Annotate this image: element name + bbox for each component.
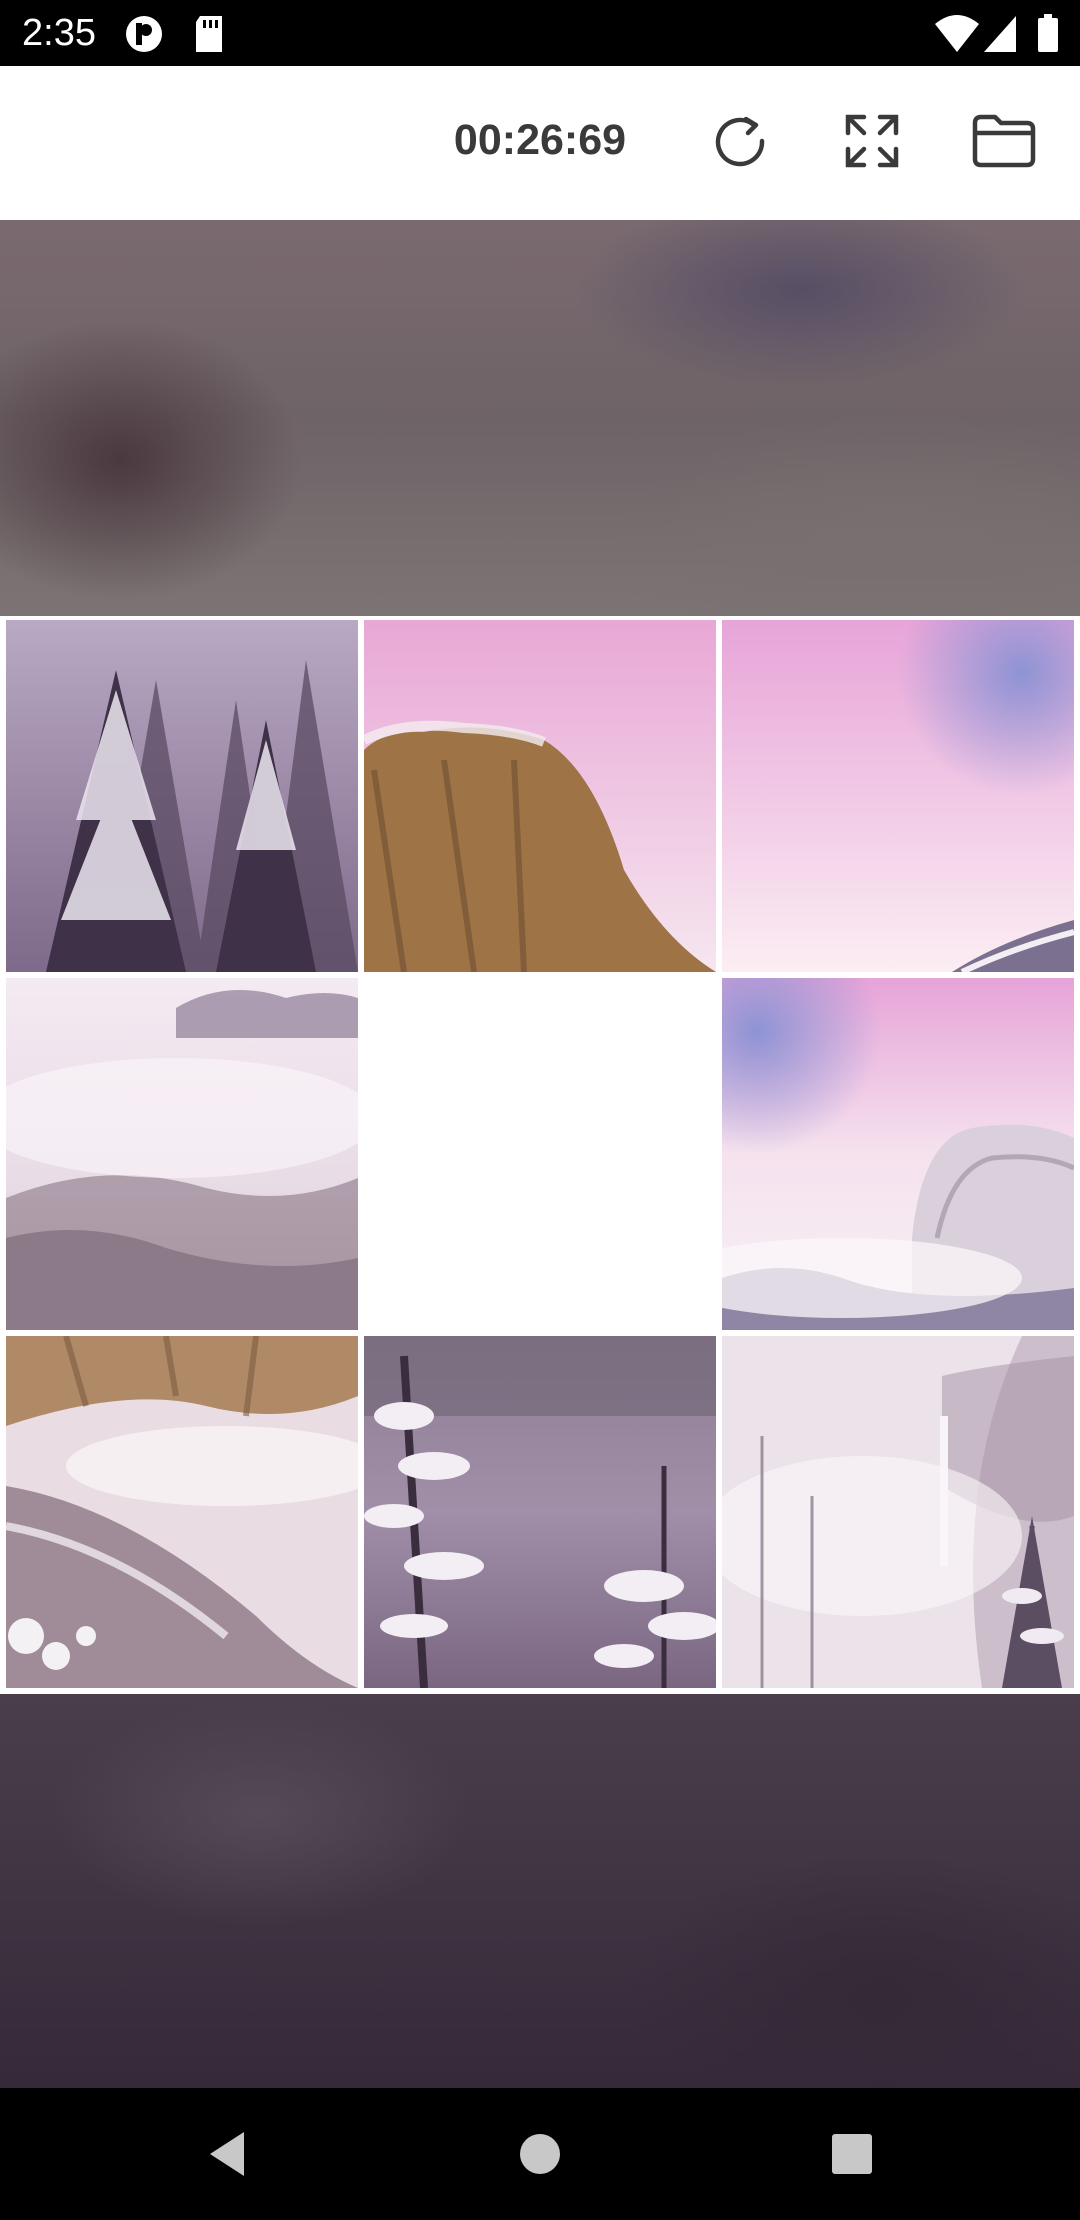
fullscreen-icon: [842, 111, 902, 175]
puzzle-tile[interactable]: [6, 620, 358, 972]
empty-slot: [364, 978, 716, 1330]
back-icon[interactable]: [198, 2124, 258, 2184]
folder-icon: [971, 113, 1037, 173]
open-folder-button[interactable]: [962, 101, 1046, 185]
puzzle-tile[interactable]: [364, 620, 716, 972]
puzzle-tile[interactable]: [6, 1336, 358, 1688]
status-time: 2:35: [22, 12, 96, 54]
system-nav-bar: [0, 2088, 1080, 2220]
battery-icon: [1036, 14, 1060, 58]
blurred-background-bottom: [0, 1694, 1080, 2088]
puzzle-tile[interactable]: [364, 1336, 716, 1688]
app-notification-icon: [124, 14, 164, 58]
puzzle-tile[interactable]: [6, 978, 358, 1330]
refresh-icon: [710, 111, 770, 175]
wifi-icon: [934, 14, 980, 58]
puzzle-tile[interactable]: [722, 978, 1074, 1330]
sd-card-icon: [192, 14, 226, 58]
puzzle-board: [0, 616, 1080, 1694]
home-icon[interactable]: [510, 2124, 570, 2184]
game-timer: 00:26:69: [453, 116, 627, 164]
signal-icon: [982, 14, 1018, 58]
app-toolbar: 00:26:69: [0, 66, 1080, 220]
puzzle-tile[interactable]: [722, 1336, 1074, 1688]
recents-icon[interactable]: [822, 2124, 882, 2184]
blurred-background-top: [0, 220, 1080, 616]
refresh-button[interactable]: [698, 101, 782, 185]
puzzle-tile[interactable]: [722, 620, 1074, 972]
status-bar: 2:35: [0, 0, 1080, 66]
fullscreen-button[interactable]: [830, 101, 914, 185]
